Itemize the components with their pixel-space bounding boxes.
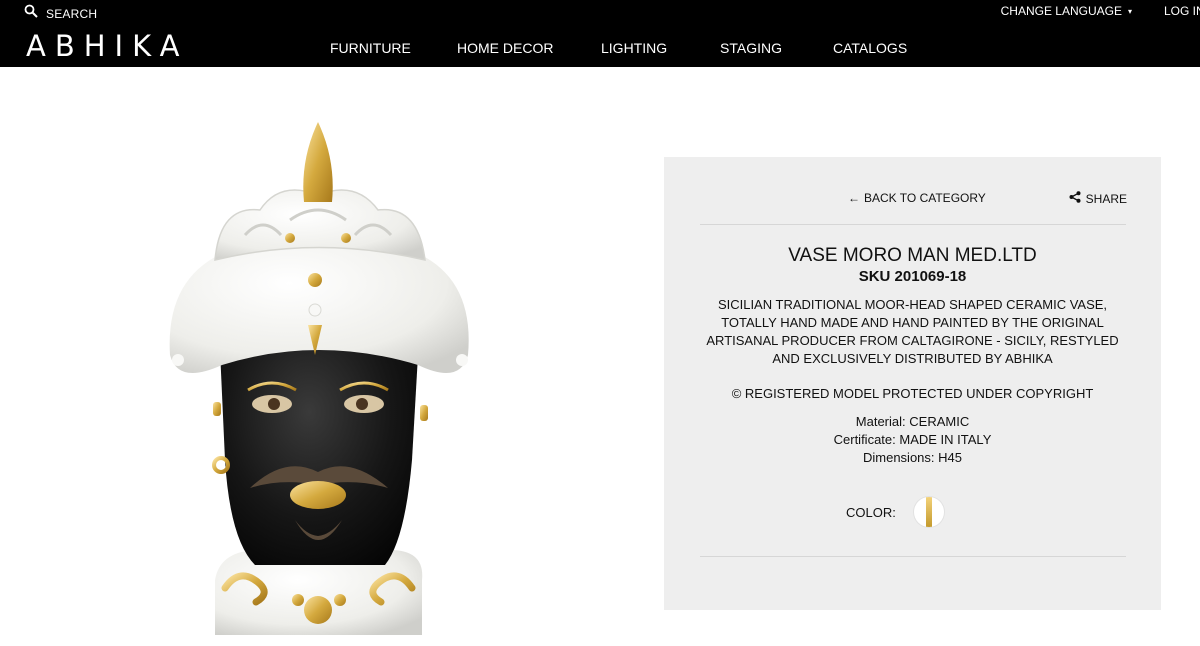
product-specs: Material: CERAMIC Certificate: MADE IN I… (664, 413, 1161, 467)
color-swatch-white-gold[interactable] (913, 497, 944, 527)
product-image[interactable] (150, 110, 490, 640)
chevron-down-icon: ▾ (1127, 6, 1132, 16)
arrow-left-icon: ← (848, 191, 860, 205)
spec-certificate: Certificate: MADE IN ITALY (833, 432, 992, 447)
spec-dimensions: Dimensions: H45 (862, 450, 962, 465)
nav-catalogs[interactable]: CATALOGS (833, 40, 907, 56)
divider (700, 224, 1126, 225)
back-label: BACK TO CATEGORY (864, 191, 986, 205)
search-label: SEARCH (46, 6, 98, 21)
header-utilities: CHANGE LANGUAGE ▾ LOG IN (1001, 4, 1200, 18)
site-header: SEARCH CHANGE LANGUAGE ▾ LOG IN ABHIKA F… (0, 0, 1200, 67)
login-link[interactable]: LOG IN (1164, 4, 1200, 18)
divider (700, 556, 1126, 557)
nav-lighting[interactable]: LIGHTING (601, 40, 667, 56)
product-info-panel: ← BACK TO CATEGORY SHARE VASE MORO MAN M… (664, 157, 1161, 610)
product-sku: SKU 201069-18 (858, 268, 967, 285)
copyright-notice: © REGISTERED MODEL PROTECTED UNDER COPYR… (731, 386, 1094, 401)
search-icon (24, 4, 38, 23)
language-label: CHANGE LANGUAGE (1000, 4, 1122, 18)
share-icon (1069, 191, 1081, 206)
back-to-category-link[interactable]: ← BACK TO CATEGORY (848, 191, 986, 205)
change-language-dropdown[interactable]: CHANGE LANGUAGE ▾ (1001, 4, 1132, 18)
nav-home-decor[interactable]: HOME DECOR (457, 40, 553, 56)
product-title: VASE MORO MAN MED.LTD (788, 245, 1037, 266)
nav-furniture[interactable]: FURNITURE (330, 40, 411, 56)
share-label: SHARE (1085, 191, 1127, 206)
search-button[interactable]: SEARCH (24, 4, 97, 23)
product-description: SICILIAN TRADITIONAL MOOR-HEAD SHAPED CE… (706, 297, 1119, 366)
moor-head-vase-illustration (169, 122, 469, 635)
spec-material: Material: CERAMIC (855, 414, 970, 429)
color-label: COLOR: (846, 504, 896, 520)
color-selector: COLOR: (846, 497, 944, 527)
nav-staging[interactable]: STAGING (720, 40, 782, 56)
share-button[interactable]: SHARE (1069, 191, 1127, 206)
main-nav: FURNITURE HOME DECOR LIGHTING STAGING CA… (0, 40, 1200, 60)
